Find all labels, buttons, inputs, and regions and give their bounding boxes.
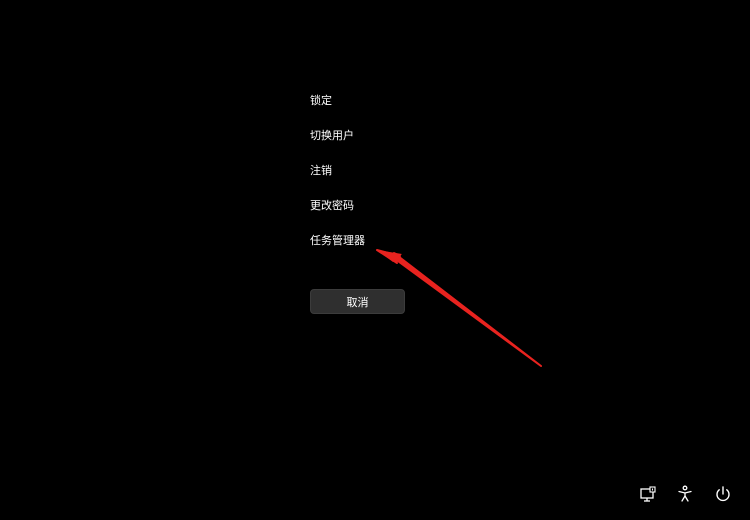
menu-item-sign-out[interactable]: 注销 bbox=[310, 160, 365, 195]
menu-item-task-manager[interactable]: 任务管理器 bbox=[310, 230, 365, 265]
cancel-button[interactable]: 取消 bbox=[310, 289, 405, 314]
ctrl-alt-del-screen: 锁定 切换用户 注销 更改密码 任务管理器 取消 bbox=[0, 0, 750, 520]
red-arrow-annotation bbox=[376, 249, 542, 367]
power-icon[interactable] bbox=[713, 484, 733, 504]
menu-item-switch-user[interactable]: 切换用户 bbox=[310, 125, 365, 160]
menu-item-lock[interactable]: 锁定 bbox=[310, 90, 365, 125]
network-monitor-icon[interactable] bbox=[638, 484, 658, 504]
accessibility-icon[interactable] bbox=[675, 484, 695, 504]
security-options-menu: 锁定 切换用户 注销 更改密码 任务管理器 bbox=[310, 90, 365, 265]
menu-item-change-password[interactable]: 更改密码 bbox=[310, 195, 365, 230]
